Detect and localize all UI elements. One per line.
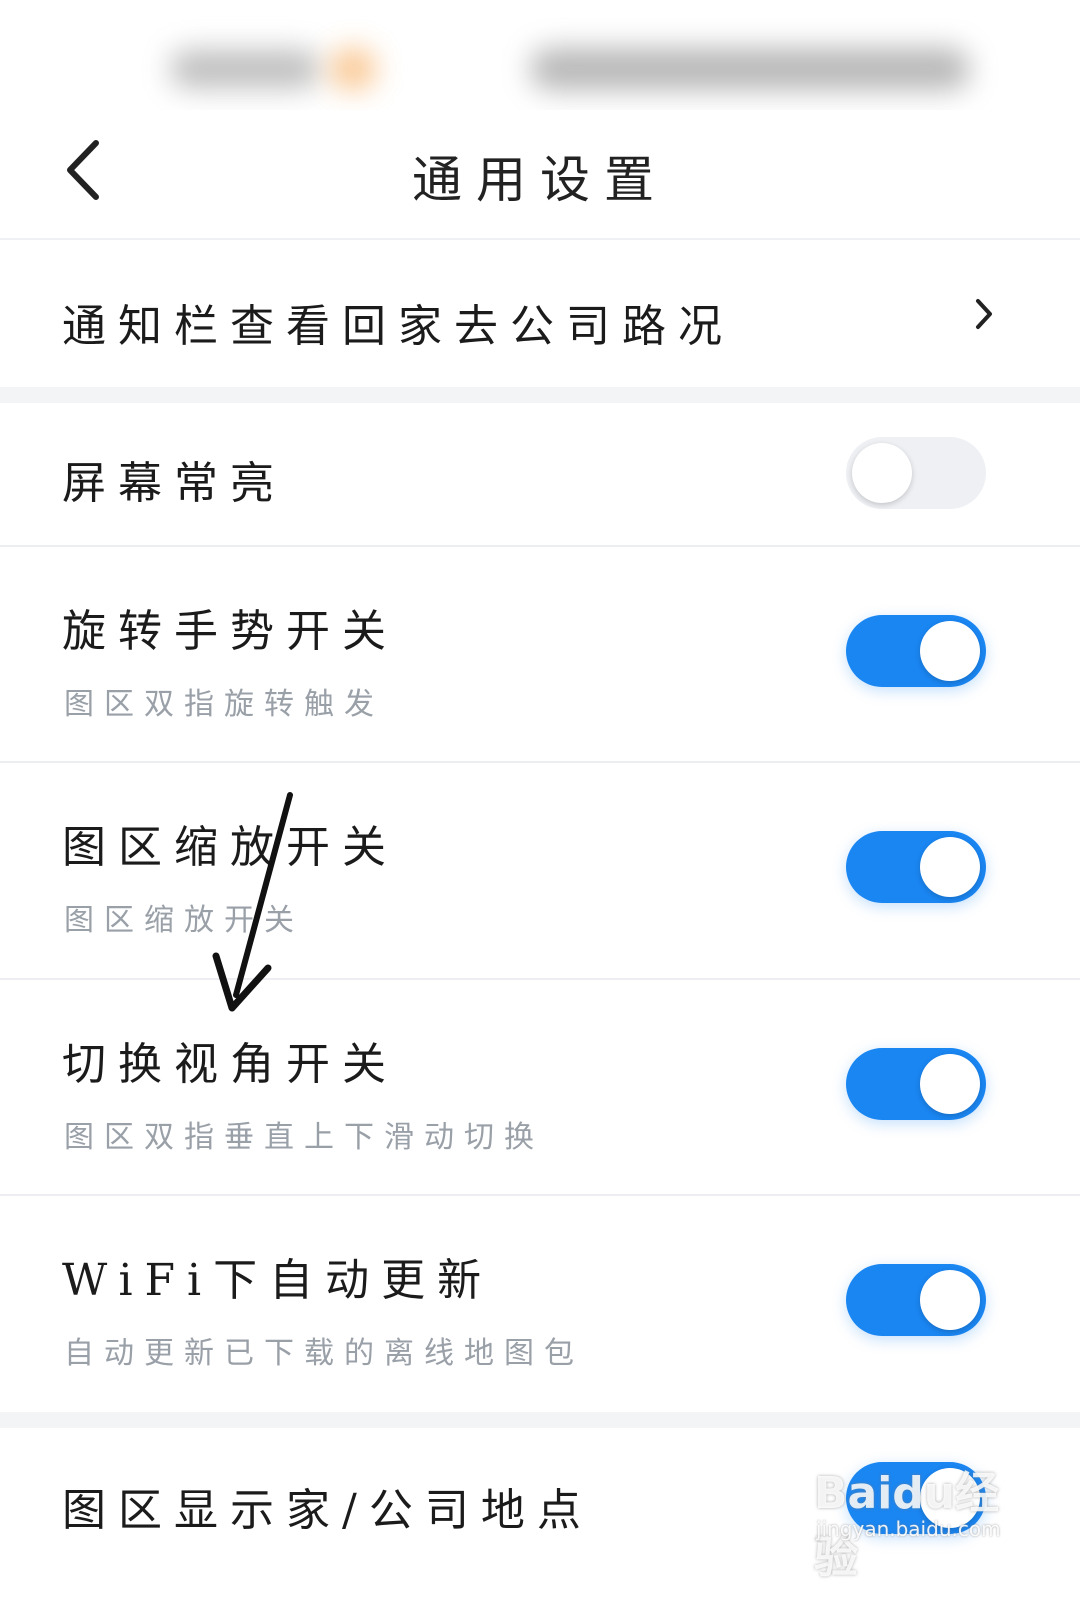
setting-row-home: 图区显示家/公司地点 [0, 1428, 1080, 1600]
setting-subtitle: 图区双指旋转触发 [64, 687, 384, 722]
wifi-update-toggle[interactable] [846, 1264, 986, 1336]
setting-row-view: 切换视角开关 图区双指垂直上下滑动切换 [0, 980, 1080, 1196]
zoom-toggle[interactable] [846, 831, 986, 903]
rotate-gesture-toggle[interactable] [846, 615, 986, 687]
section-gap [0, 1412, 1080, 1428]
header: 通用设置 [0, 110, 1080, 240]
setting-row-screen: 屏幕常亮 [0, 403, 1080, 547]
status-bar-blur-left [170, 50, 320, 88]
setting-title: 切换视角开关 [62, 1039, 398, 1090]
setting-row-zoom: 图区缩放开关 图区缩放开关 [0, 763, 1080, 980]
toggle-knob [920, 1468, 980, 1528]
toggle-knob [852, 443, 912, 503]
toggle-knob [920, 1054, 980, 1114]
setting-title: 屏幕常亮 [62, 458, 286, 509]
screen-on-toggle[interactable] [846, 437, 986, 509]
toggle-knob [920, 1270, 980, 1330]
setting-row-rotate: 旋转手势开关 图区双指旋转触发 [0, 547, 1080, 763]
status-bar-blur-dot [330, 48, 376, 90]
setting-subtitle: 自动更新已下载的离线地图包 [64, 1336, 584, 1371]
status-bar-blur-right [530, 48, 970, 90]
toggle-knob [920, 621, 980, 681]
setting-subtitle: 图区缩放开关 [64, 903, 304, 938]
toggle-knob [920, 837, 980, 897]
setting-row-wifi: WiFi下自动更新 自动更新已下载的离线地图包 [0, 1196, 1080, 1412]
home-company-toggle[interactable] [846, 1462, 986, 1534]
setting-title: 图区缩放开关 [62, 822, 398, 873]
setting-row-notify[interactable]: 通知栏查看回家去公司路况 [0, 242, 1080, 387]
page-title: 通用设置 [412, 151, 668, 209]
section-gap [0, 387, 1080, 403]
view-switch-toggle[interactable] [846, 1048, 986, 1120]
header-divider [0, 238, 1080, 240]
setting-title: WiFi下自动更新 [62, 1255, 494, 1306]
setting-title: 旋转手势开关 [62, 606, 398, 657]
setting-subtitle: 图区双指垂直上下滑动切换 [64, 1120, 544, 1155]
setting-title: 通知栏查看回家去公司路况 [62, 301, 734, 352]
general-settings-screen: 通用设置 通知栏查看回家去公司路况 屏幕常亮 旋转手势开关 图区双指旋转触发 图… [0, 0, 1080, 1600]
setting-title: 图区显示家/公司地点 [62, 1485, 593, 1536]
chevron-right-icon [966, 290, 1002, 338]
